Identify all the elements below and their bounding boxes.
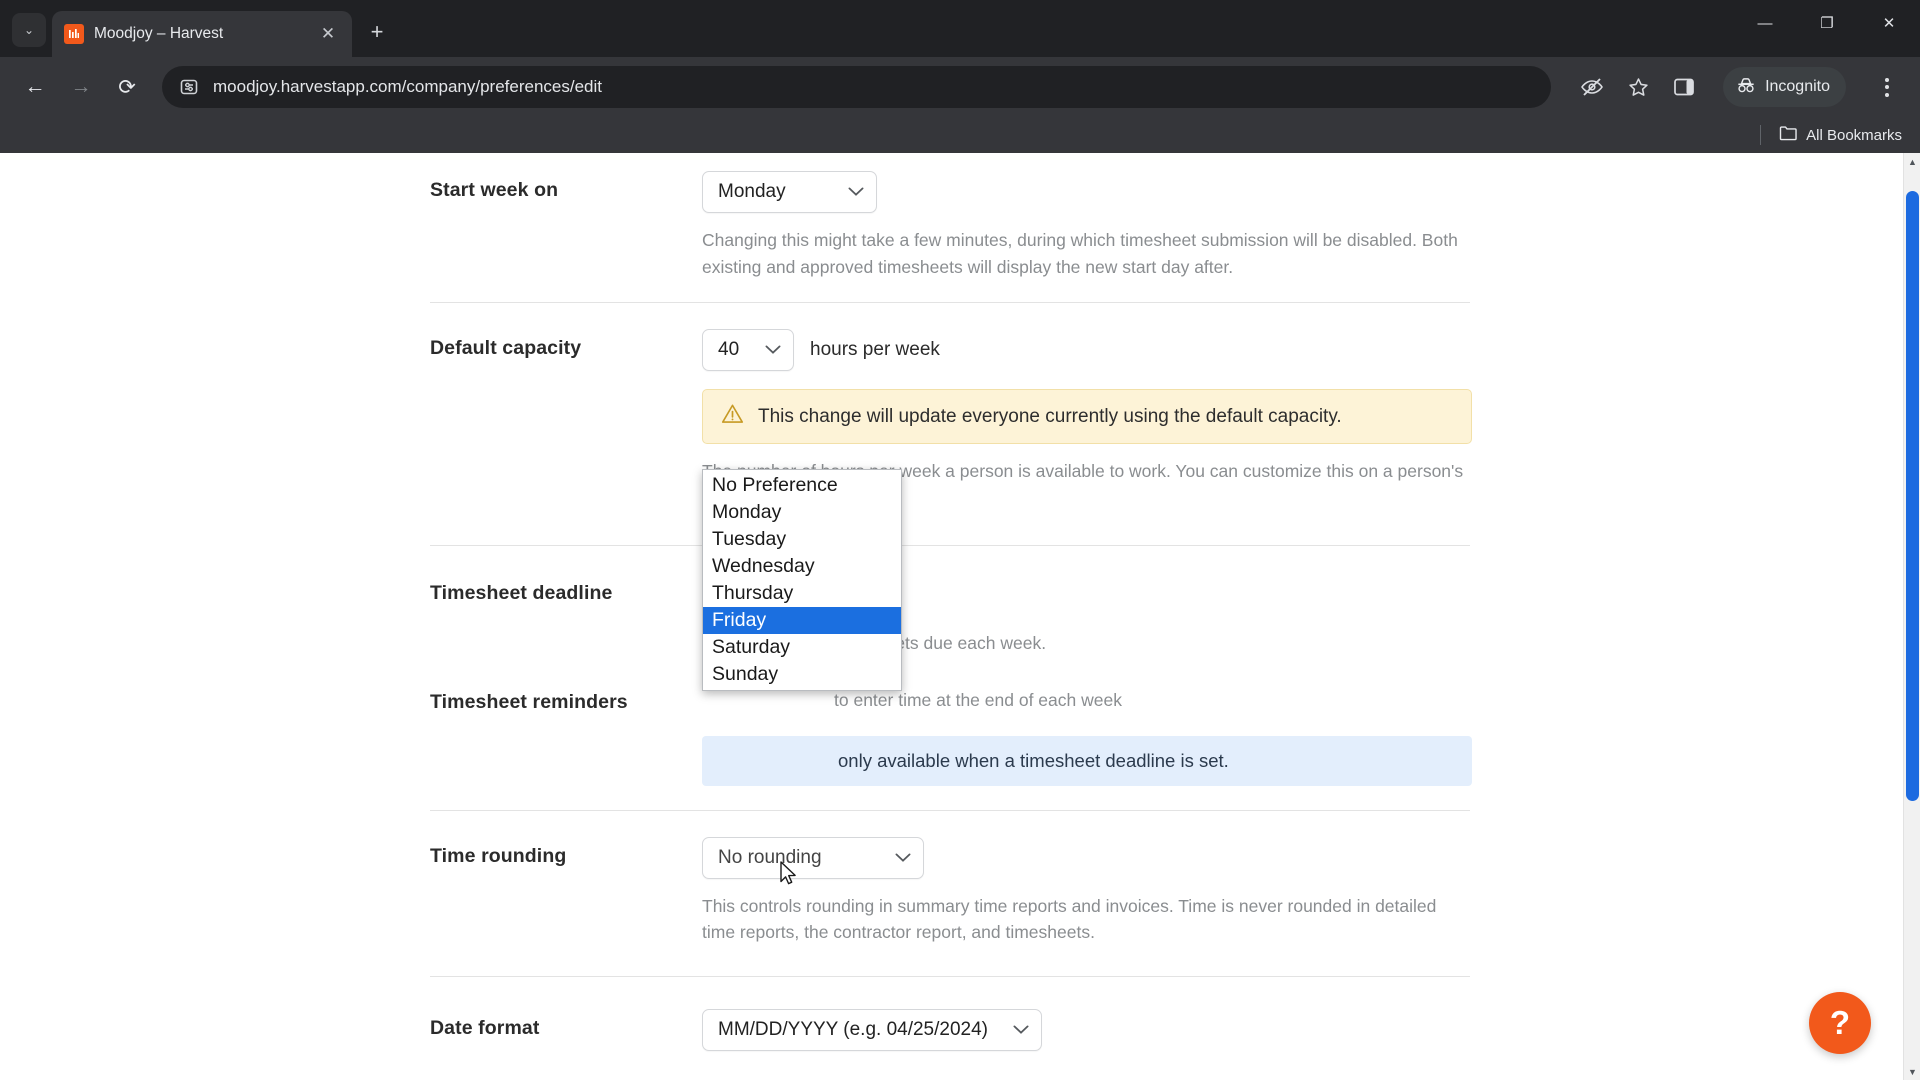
preferences-form: Start week on Monday Changing this might… <box>430 153 1472 1080</box>
start-week-on-body: Monday Changing this might take a few mi… <box>702 171 1470 280</box>
dropdown-option-wednesday[interactable]: Wednesday <box>703 553 901 580</box>
incognito-icon <box>1735 76 1757 99</box>
all-bookmarks-button[interactable]: All Bookmarks <box>1779 125 1902 145</box>
bookmarks-bar: All Bookmarks <box>0 117 1920 153</box>
date-format-value: MM/DD/YYYY (e.g. 04/25/2024) <box>718 1018 988 1040</box>
default-capacity-select[interactable]: 40 <box>702 329 794 372</box>
tab-close-icon[interactable]: ✕ <box>316 22 340 46</box>
dropdown-option-tuesday[interactable]: Tuesday <box>703 526 901 553</box>
chevron-down-icon <box>848 187 864 197</box>
tab-strip: ⌄ Moodjoy – Harvest ✕ + — ❐ ✕ <box>0 0 1920 57</box>
dropdown-option-friday[interactable]: Friday <box>703 607 901 634</box>
minimize-button[interactable]: — <box>1734 0 1796 46</box>
warning-triangle-icon <box>721 403 744 430</box>
star-icon[interactable] <box>1623 72 1653 102</box>
divider <box>430 545 1470 547</box>
window-controls: — ❐ ✕ <box>1734 0 1920 46</box>
default-capacity-warning: This change will update everyone current… <box>702 389 1472 445</box>
browser-window: ⌄ Moodjoy – Harvest ✕ + — ❐ ✕ ← → ⟳ mood… <box>0 0 1920 1080</box>
timesheet-deadline-help: timesheets due each week. <box>834 633 1047 654</box>
row-timesheet-reminders: Timesheet reminders to enter time at the… <box>430 683 1472 786</box>
scroll-down-arrow-icon[interactable]: ▼ <box>1904 1063 1920 1080</box>
toolbar-right-icons: Incognito <box>1565 66 1906 108</box>
divider <box>430 975 1470 977</box>
start-week-on-help: Changing this might take a few minutes, … <box>702 230 1458 277</box>
forward-button: → <box>70 75 92 98</box>
reload-button[interactable]: ⟳ <box>106 66 148 108</box>
incognito-indicator[interactable]: Incognito <box>1723 67 1846 107</box>
time-rounding-select[interactable]: No rounding <box>702 836 924 879</box>
default-capacity-value: 40 <box>718 339 740 361</box>
row-time-rounding: Time rounding No rounding This controls … <box>430 836 1470 946</box>
side-panel-icon[interactable] <box>1669 72 1699 102</box>
dropdown-option-saturday[interactable]: Saturday <box>703 634 901 661</box>
chevron-down-icon: ⌄ <box>23 23 35 37</box>
eye-off-icon[interactable] <box>1577 72 1607 102</box>
default-capacity-unit: hours per week <box>810 339 940 361</box>
time-rounding-help: This controls rounding in summary time r… <box>702 895 1437 943</box>
date-format-select[interactable]: MM/DD/YYYY (e.g. 04/25/2024) <box>702 1008 1042 1051</box>
timesheet-reminders-help: to enter time at the end of each week <box>834 689 1122 710</box>
preferences-page: Start week on Monday Changing this might… <box>0 153 1903 1080</box>
dropdown-option-no-preference[interactable]: No Preference <box>703 472 901 499</box>
default-capacity-warning-text: This change will update everyone current… <box>758 405 1342 427</box>
time-rounding-value: No rounding <box>718 846 822 868</box>
dropdown-option-sunday[interactable]: Sunday <box>703 661 901 688</box>
chevron-down-icon <box>1013 1025 1029 1035</box>
divider <box>430 809 1470 811</box>
harvest-favicon-icon <box>64 24 84 44</box>
back-button[interactable]: ← <box>14 66 56 108</box>
tab-title: Moodjoy – Harvest <box>94 25 224 42</box>
row-start-week-on: Start week on Monday Changing this might… <box>430 171 1470 280</box>
address-bar-url: moodjoy.harvestapp.com/company/preferenc… <box>213 77 602 96</box>
time-rounding-body: No rounding This controls rounding in su… <box>702 836 1470 946</box>
timesheet-deadline-dropdown[interactable]: No Preference Monday Tuesday Wednesday Thurs… <box>702 469 902 691</box>
row-timesheet-deadline: Timesheet deadline No Preference timeshe… <box>430 572 1470 657</box>
close-window-button[interactable]: ✕ <box>1858 0 1920 46</box>
start-week-on-label: Start week on <box>430 179 559 201</box>
dropdown-option-monday[interactable]: Monday <box>703 499 901 526</box>
bookmarks-divider <box>1760 125 1762 145</box>
scrollbar-thumb[interactable] <box>1906 191 1919 801</box>
chevron-down-icon <box>765 345 781 355</box>
page-info-icon[interactable] <box>178 76 200 98</box>
dropdown-option-thursday[interactable]: Thursday <box>703 580 901 607</box>
row-date-format: Date format MM/DD/YYYY (e.g. 04/25/2024) <box>430 1008 1470 1051</box>
start-week-on-select[interactable]: Monday <box>702 171 877 213</box>
browser-tab[interactable]: Moodjoy – Harvest ✕ <box>52 11 352 57</box>
timesheet-reminders-body: to enter time at the end of each week on… <box>702 683 1472 786</box>
folder-icon <box>1779 125 1798 145</box>
divider <box>430 302 1470 304</box>
address-bar[interactable]: moodjoy.harvestapp.com/company/preferenc… <box>162 66 1552 108</box>
date-format-body: MM/DD/YYYY (e.g. 04/25/2024) <box>702 1008 1470 1051</box>
time-rounding-label: Time rounding <box>430 844 567 867</box>
date-format-label: Date format <box>430 1016 540 1039</box>
page-scrollbar[interactable]: ▲ ▼ <box>1903 153 1920 1080</box>
timesheet-reminders-label: Timesheet reminders <box>430 690 628 713</box>
maximize-button[interactable]: ❐ <box>1796 0 1858 46</box>
all-bookmarks-label: All Bookmarks <box>1806 126 1902 144</box>
default-capacity-label: Default capacity <box>430 337 582 360</box>
new-tab-button[interactable]: + <box>360 15 394 49</box>
tab-search-button[interactable]: ⌄ <box>12 13 46 47</box>
row-default-capacity: Default capacity 40 hours per week This … <box>430 329 1472 511</box>
browser-toolbar: ← → ⟳ moodjoy.harvestapp.com/company/pre… <box>0 57 1920 117</box>
scroll-up-arrow-icon[interactable]: ▲ <box>1904 153 1920 170</box>
chevron-down-icon <box>895 853 911 863</box>
start-week-on-value: Monday <box>718 181 786 202</box>
timesheet-deadline-label: Timesheet deadline <box>430 582 613 605</box>
page-viewport: Start week on Monday Changing this might… <box>0 153 1920 1080</box>
timesheet-reminders-info: only available when a timesheet deadline… <box>702 735 1472 786</box>
help-button[interactable]: ? <box>1809 992 1871 1054</box>
incognito-label: Incognito <box>1765 78 1830 95</box>
browser-menu-button[interactable] <box>1868 66 1906 108</box>
timesheet-reminders-info-text: only available when a timesheet deadline… <box>838 749 1229 771</box>
